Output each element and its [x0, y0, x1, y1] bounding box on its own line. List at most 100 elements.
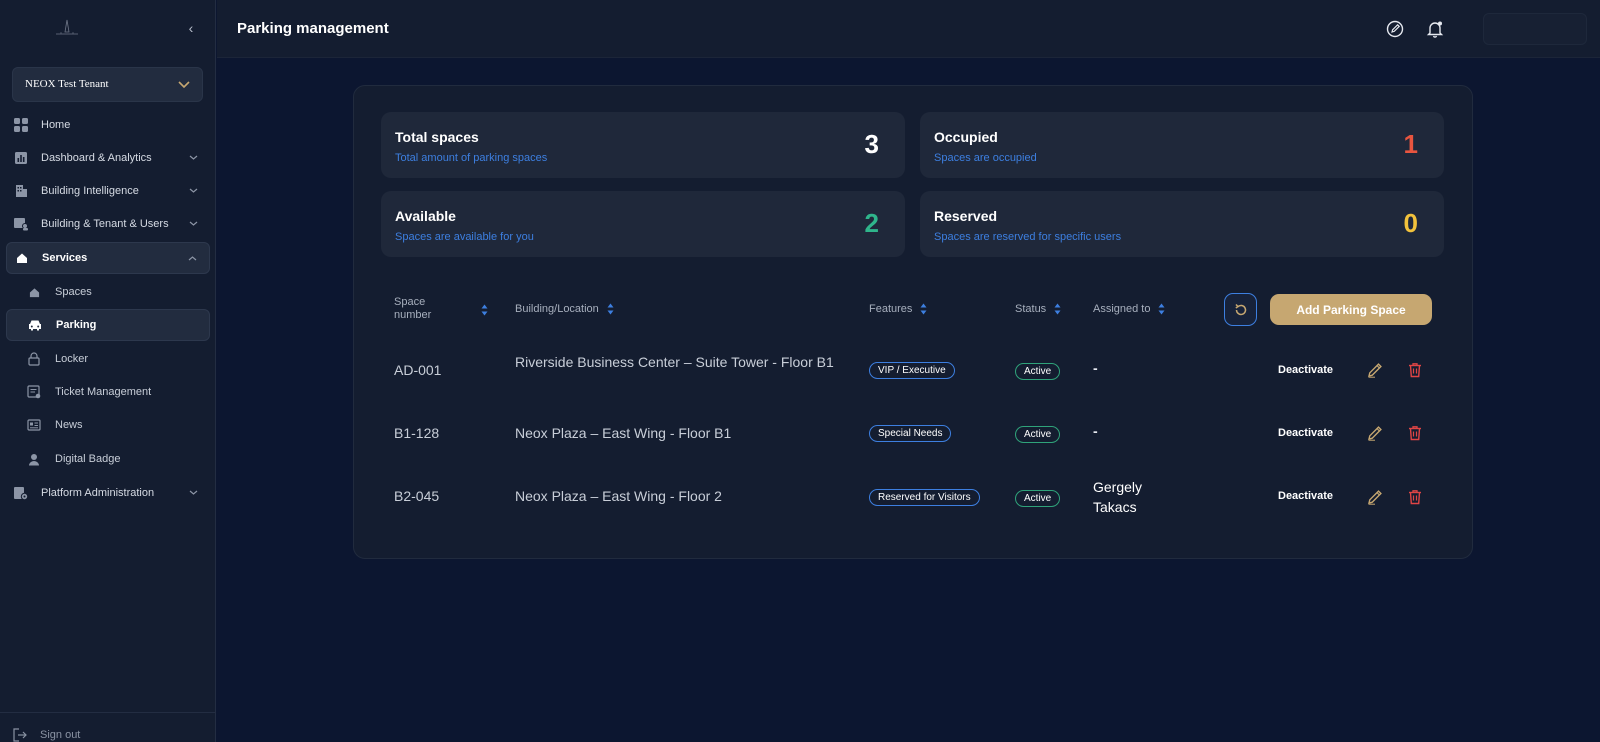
edit-note-icon[interactable] [1385, 19, 1405, 39]
sidebar-item-building-tenant-users[interactable]: Building & Tenant & Users [6, 208, 210, 240]
sidebar-item-digital-badge[interactable]: Digital Badge [6, 443, 210, 475]
add-parking-space-button[interactable]: Add Parking Space [1270, 294, 1432, 325]
space-number: AD-001 [394, 362, 442, 378]
grid-icon [13, 117, 29, 133]
sidebar-item-label: Digital Badge [55, 453, 121, 465]
sort-icon[interactable] [1158, 303, 1165, 315]
stat-value: 0 [1403, 208, 1418, 238]
signout-button[interactable]: Sign out [12, 728, 80, 742]
building-location: Riverside Business Center – Suite Tower … [515, 354, 834, 370]
assigned-to: - [1093, 360, 1098, 376]
sidebar-item-platform-administration[interactable]: Platform Administration [6, 477, 210, 509]
chart-icon [13, 150, 29, 166]
sidebar-item-home[interactable]: Home [6, 109, 210, 141]
sort-icon[interactable] [607, 303, 614, 315]
chevron-down-icon [178, 81, 190, 89]
sidebar-item-ticket-management[interactable]: Ticket Management [6, 376, 210, 408]
status-badge: Active [1015, 363, 1061, 380]
pencil-icon[interactable] [1366, 488, 1384, 506]
status-badge: Active [1015, 426, 1061, 443]
stat-value: 2 [864, 208, 879, 238]
chevron-up-icon [188, 256, 197, 261]
feature-badge: VIP / Executive [869, 362, 955, 379]
admin-icon [13, 485, 29, 501]
chevron-down-icon [189, 155, 198, 160]
tenant-name: NEOX Test Tenant [25, 78, 109, 90]
building-icon [13, 183, 29, 199]
feature-badge: Special Needs [869, 425, 952, 442]
stat-subtitle: Total amount of parking spaces [395, 152, 548, 164]
column-header-assigned: Assigned to [1093, 303, 1165, 315]
sidebar-item-label: Building & Tenant & Users [41, 218, 169, 230]
sort-icon[interactable] [920, 303, 927, 315]
tenant-selector[interactable]: NEOX Test Tenant [12, 67, 203, 102]
ticket-icon [27, 385, 41, 399]
divider [0, 712, 216, 713]
sidebar-item-label: Ticket Management [55, 386, 152, 398]
stat-reserved: Reserved Spaces are reserved for specifi… [920, 191, 1444, 257]
deactivate-button[interactable]: Deactivate [1278, 427, 1333, 439]
refresh-button[interactable] [1224, 293, 1257, 326]
sidebar-item-label: Dashboard & Analytics [41, 152, 152, 164]
sidebar-item-label: Home [41, 119, 71, 131]
chevron-left-icon[interactable]: ‹ [184, 20, 198, 36]
stat-occupied: Occupied Spaces are occupied 1 [920, 112, 1444, 178]
column-header-label: Assigned to [1093, 303, 1151, 315]
sidebar-item-label: Spaces [55, 286, 92, 298]
sidebar-item-locker[interactable]: Locker [6, 343, 210, 375]
sidebar-item-services[interactable]: Services [6, 242, 210, 274]
chevron-down-icon [189, 490, 198, 495]
deactivate-button[interactable]: Deactivate [1278, 490, 1333, 502]
column-header-label: Features [869, 303, 913, 315]
sidebar-item-label: Building Intelligence [41, 185, 139, 197]
deactivate-button[interactable]: Deactivate [1278, 364, 1333, 376]
lock-icon [27, 352, 41, 366]
person-icon [27, 452, 41, 466]
trash-icon[interactable] [1406, 488, 1424, 506]
sidebar-item-news[interactable]: News [6, 409, 210, 441]
sidebar-item-parking[interactable]: Parking [6, 309, 210, 341]
chevron-down-icon [189, 188, 198, 193]
page-title: Parking management [237, 20, 389, 37]
sidebar-item-label: Services [42, 252, 88, 264]
sidebar-item-spaces[interactable]: Spaces [6, 276, 210, 308]
feature-badge: Reserved for Visitors [869, 489, 980, 506]
sidebar-item-building-intelligence[interactable]: Building Intelligence [6, 175, 210, 207]
stat-value: 3 [864, 129, 879, 159]
sort-icon[interactable] [481, 304, 488, 316]
building-location: Neox Plaza – East Wing - Floor B1 [515, 425, 732, 441]
sidebar-item-label: Locker [55, 353, 89, 365]
sidebar-item-dashboard[interactable]: Dashboard & Analytics [6, 142, 210, 174]
home-icon [27, 285, 41, 299]
building-location: Neox Plaza – East Wing - Floor 2 [515, 488, 722, 504]
sidebar: ‹ NEOX Test Tenant Home Dashboard & Anal… [0, 0, 216, 742]
refresh-icon [1234, 303, 1246, 315]
sort-icon[interactable] [1054, 303, 1061, 315]
stat-subtitle: Spaces are reserved for specific users [934, 231, 1122, 243]
assigned-to: Gergely Takacs [1093, 479, 1143, 515]
logo-icon [56, 19, 78, 35]
column-header-space-number: Space number [394, 296, 464, 322]
sidebar-item-label: News [55, 419, 83, 431]
bell-icon[interactable] [1425, 19, 1445, 39]
top-header: Parking management [217, 0, 1600, 58]
trash-icon[interactable] [1406, 424, 1424, 442]
stat-available: Available Spaces are available for you 2 [381, 191, 905, 257]
column-header-building: Building/Location [515, 303, 614, 315]
user-menu[interactable] [1483, 13, 1587, 45]
space-number: B1-128 [394, 425, 440, 441]
stat-title: Reserved [934, 208, 998, 224]
car-icon [28, 318, 42, 332]
home-icon [14, 250, 30, 266]
stat-title: Occupied [934, 129, 998, 145]
column-header-label: Space number [394, 296, 432, 321]
pencil-icon[interactable] [1366, 361, 1384, 379]
stat-total-spaces: Total spaces Total amount of parking spa… [381, 112, 905, 178]
pencil-icon[interactable] [1366, 424, 1384, 442]
chevron-down-icon [189, 221, 198, 226]
column-header-features: Features [869, 303, 927, 315]
trash-icon[interactable] [1406, 361, 1424, 379]
signout-label: Sign out [40, 729, 81, 741]
space-number: B2-045 [394, 488, 440, 504]
stat-value: 1 [1403, 129, 1418, 159]
